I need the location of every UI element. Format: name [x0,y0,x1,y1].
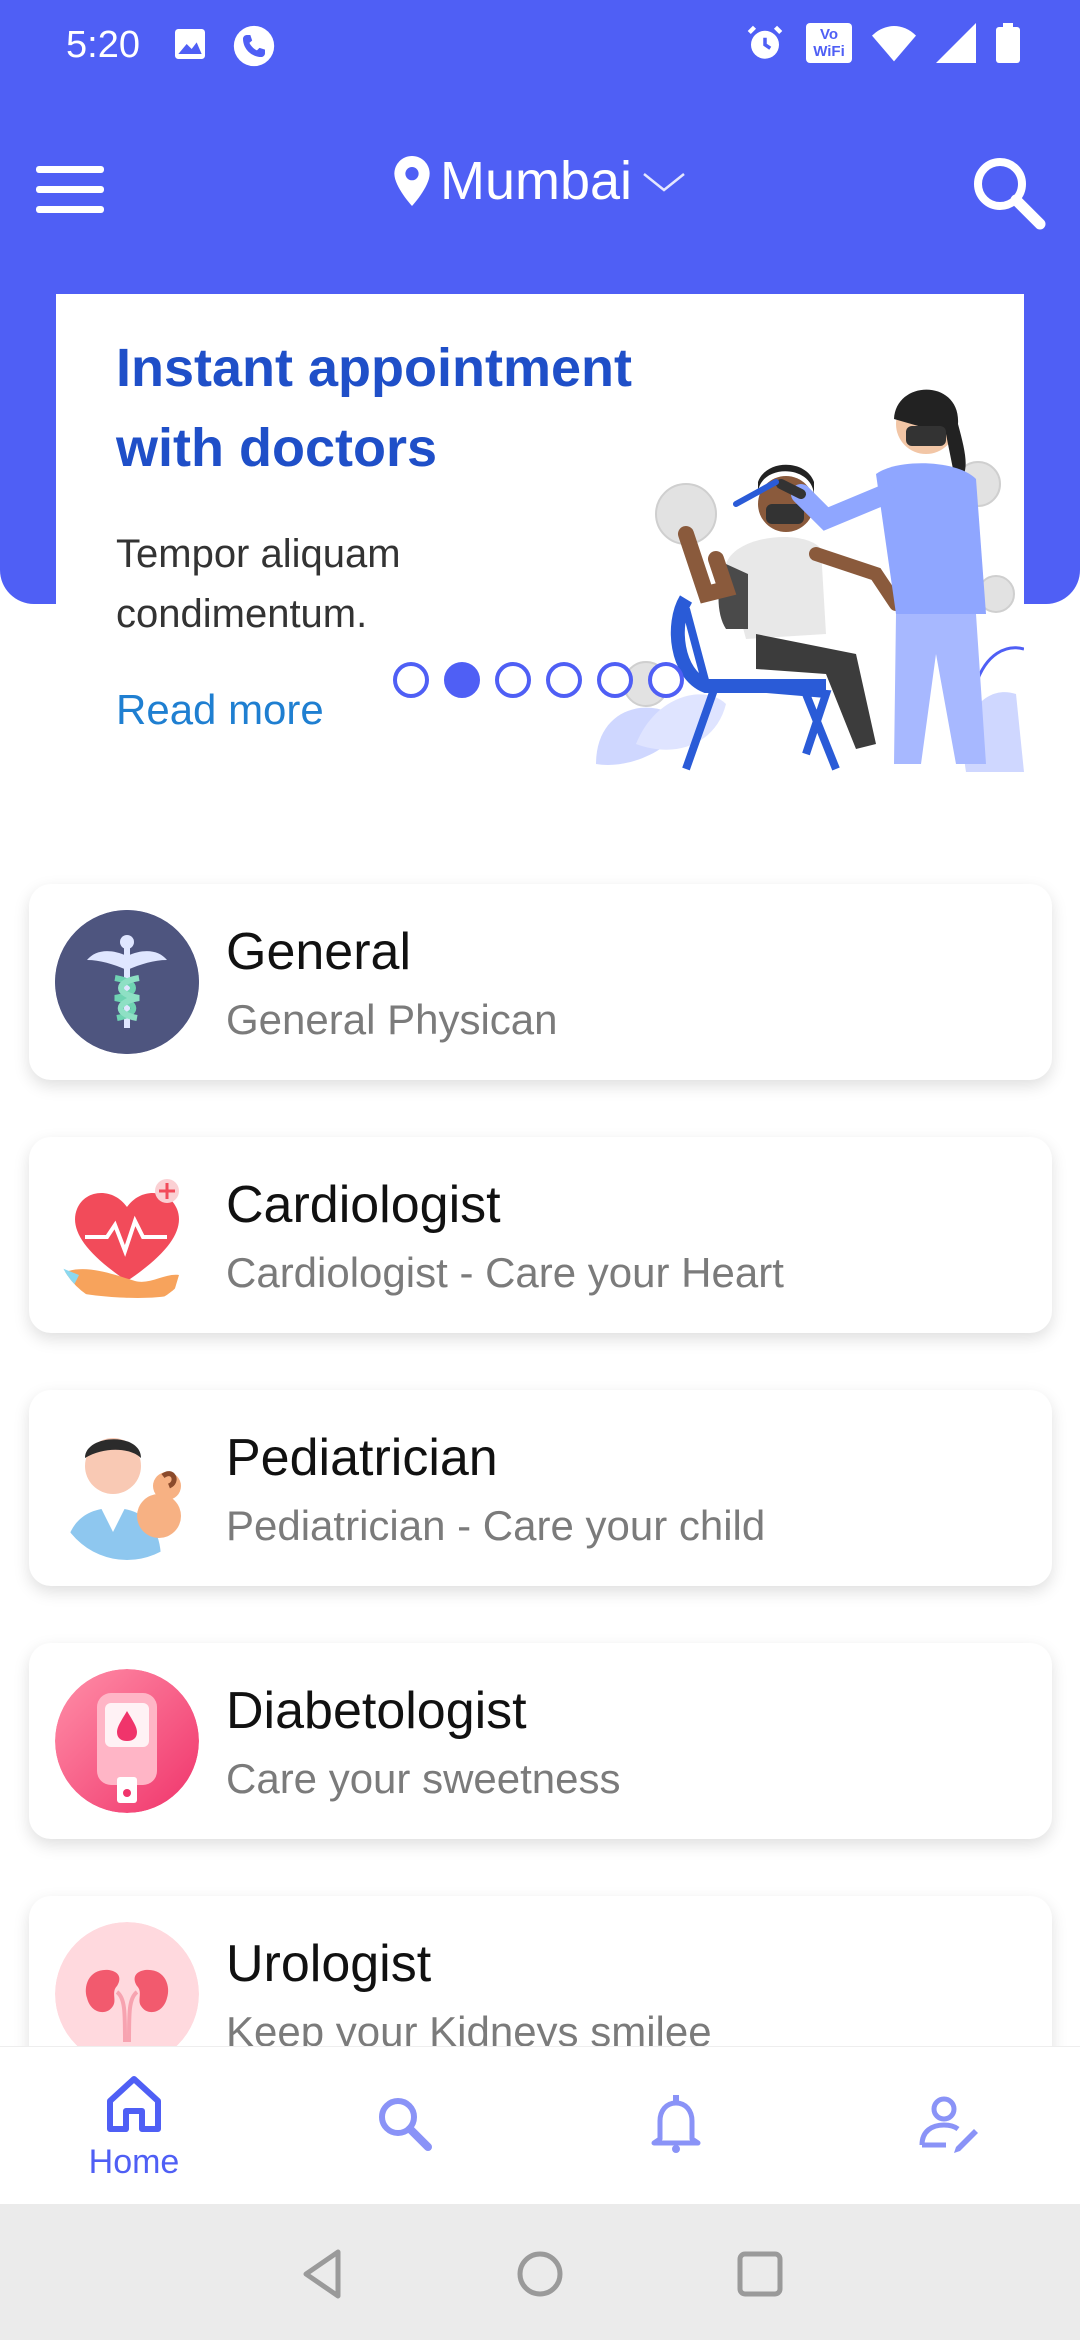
vaccination-illustration [596,389,1024,772]
specialty-card-diabetologist[interactable]: Diabetologist Care your sweetness [29,1643,1052,1839]
promo-banner[interactable]: Instant appointment with doctors Tempor … [56,294,1024,772]
search-icon [379,2098,432,2151]
read-more-link[interactable]: Read more [116,686,324,734]
search-button[interactable] [968,152,1048,232]
signal-icon [936,23,976,63]
specialty-card-urologist[interactable]: Urologist Keep your Kidneys smilee [29,1896,1052,2046]
bottom-navigation: Home [0,2046,1080,2204]
vowifi-bottom-text: WiFi [813,43,845,60]
carousel-dot[interactable] [546,662,582,698]
specialty-title: Cardiologist [226,1176,501,1234]
location-name: Mumbai [439,151,633,211]
vowifi-top-text: Vo [819,26,839,43]
bell-icon [651,2095,701,2153]
specialty-title: General [226,923,411,981]
carousel-dot[interactable] [648,662,684,698]
specialty-subtitle: Pediatrician - Care your child [226,1502,766,1549]
status-time: 5:20 [66,24,140,66]
caduceus-icon [55,910,199,1054]
carousel-dots [393,662,684,698]
image-icon [175,29,205,59]
location-selector[interactable]: Mumbai [0,150,1080,212]
profile-edit-icon [919,2096,978,2153]
specialty-subtitle: General Physican [226,996,558,1043]
specialty-subtitle: Care your sweetness [226,1755,621,1802]
kidney-icon [55,1922,199,2046]
specialty-title: Urologist [226,1935,432,1993]
nav-profile[interactable] [848,2047,1048,2205]
wifi-icon [872,26,916,62]
specialty-card-general[interactable]: General General Physican [29,884,1052,1080]
nav-notifications[interactable] [576,2047,776,2205]
status-bar: 5:20 Vo WiFi [0,0,1080,96]
banner-subtitle: Tempor aliquam condimentum. [116,532,401,636]
specialty-title: Pediatrician [226,1429,498,1487]
glucometer-icon [55,1669,199,1813]
pediatrician-icon [55,1416,199,1560]
specialty-list: General General Physican Cardiologist Ca… [0,860,1080,2046]
recents-icon[interactable] [730,2244,790,2304]
nav-home[interactable]: Home [34,2047,234,2205]
chevron-down-icon [643,173,685,192]
home-icon [107,2076,161,2132]
phone-call-icon [233,25,275,67]
location-pin-icon [394,156,430,206]
back-icon[interactable] [292,2244,352,2304]
specialty-subtitle: Cardiologist - Care your Heart [226,1249,784,1296]
specialty-card-cardiologist[interactable]: Cardiologist Cardiologist - Care your He… [29,1137,1052,1333]
app-bar: Mumbai [0,130,1080,250]
heart-icon [55,1163,199,1307]
carousel-dot[interactable] [597,662,633,698]
carousel-dot-active[interactable] [444,662,480,698]
home-circle-icon[interactable] [510,2244,570,2304]
carousel-dot[interactable] [393,662,429,698]
vowifi-icon: Vo WiFi [806,23,852,63]
system-navigation-bar [0,2204,1080,2340]
nav-search[interactable] [304,2047,504,2205]
carousel-dot[interactable] [495,662,531,698]
search-icon [974,158,1046,230]
nav-home-label: Home [88,2143,180,2181]
battery-icon [996,23,1020,63]
alarm-icon [747,25,783,59]
specialty-card-pediatrician[interactable]: Pediatrician Pediatrician - Care your ch… [29,1390,1052,1586]
specialty-title: Diabetologist [226,1682,527,1740]
specialty-subtitle: Keep your Kidneys smilee [226,2008,712,2046]
